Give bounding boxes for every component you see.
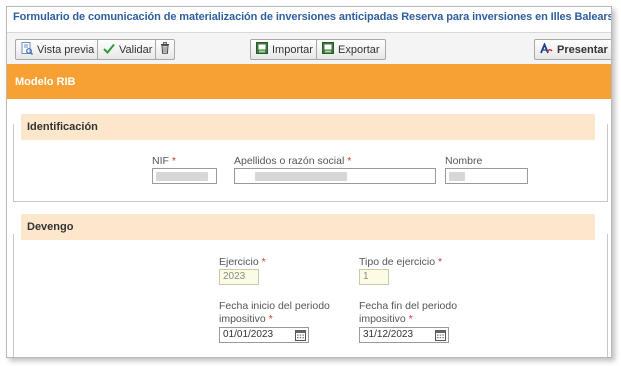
fecha-inicio-value: 01/01/2023 bbox=[223, 329, 274, 340]
nombre-label: Nombre bbox=[445, 155, 483, 167]
identificacion-header: Identificación bbox=[21, 114, 595, 140]
fecha-fin-input[interactable]: 31/12/2023 bbox=[359, 327, 449, 343]
trash-icon bbox=[160, 42, 170, 57]
export-icon bbox=[322, 42, 334, 57]
fecha-fin-value: 31/12/2023 bbox=[363, 329, 414, 340]
page-title: Formulario de comunicación de materializ… bbox=[13, 11, 612, 23]
fecha-inicio-label: Fecha inicio del periodo impositivo * bbox=[219, 300, 330, 325]
devengo-header: Devengo bbox=[21, 214, 595, 240]
import-icon bbox=[256, 42, 268, 57]
apellidos-input[interactable] bbox=[234, 168, 436, 184]
tipo-ejercicio-input[interactable]: 1 bbox=[359, 269, 389, 285]
export-button[interactable]: Exportar bbox=[316, 39, 386, 60]
identificacion-title: Identificación bbox=[27, 121, 98, 133]
apellidos-label: Apellidos o razón social * bbox=[234, 155, 352, 167]
form-window: Formulario de comunicación de materializ… bbox=[6, 6, 612, 358]
nif-input[interactable] bbox=[152, 168, 217, 184]
export-button-label: Exportar bbox=[338, 43, 380, 56]
tipo-ejercicio-label: Tipo de ejercicio * bbox=[359, 256, 443, 268]
signature-icon bbox=[540, 41, 553, 57]
submit-button-label: Presentar bbox=[557, 43, 608, 56]
validate-button-label: Validar bbox=[119, 43, 153, 56]
ejercicio-label: Ejercicio * bbox=[219, 256, 266, 268]
fecha-fin-label: Fecha fin del periodo impositivo * bbox=[359, 300, 458, 325]
model-title: Modelo RIB bbox=[15, 76, 76, 88]
preview-button-label: Vista previa bbox=[37, 43, 95, 56]
nombre-input[interactable] bbox=[445, 168, 528, 184]
import-button[interactable]: Importar bbox=[250, 39, 319, 60]
submit-button[interactable]: Presentar bbox=[534, 39, 611, 60]
preview-button[interactable]: Vista previa bbox=[15, 39, 101, 60]
toolbar: Vista previa Validar Importar Exportar P… bbox=[7, 32, 611, 64]
fecha-inicio-input[interactable]: 01/01/2023 bbox=[219, 327, 309, 343]
checkmark-icon bbox=[103, 43, 115, 57]
devengo-title: Devengo bbox=[27, 221, 74, 233]
model-header: Modelo RIB bbox=[7, 64, 611, 99]
validate-button[interactable]: Validar bbox=[97, 39, 159, 60]
document-preview-icon bbox=[21, 41, 33, 58]
calendar-icon[interactable] bbox=[435, 329, 446, 341]
devengo-section bbox=[13, 234, 608, 357]
import-button-label: Importar bbox=[272, 43, 313, 56]
nif-label: NIF * bbox=[152, 155, 176, 167]
calendar-icon[interactable] bbox=[295, 329, 306, 341]
ejercicio-input[interactable]: 2023 bbox=[219, 269, 259, 285]
delete-button[interactable] bbox=[155, 39, 175, 60]
